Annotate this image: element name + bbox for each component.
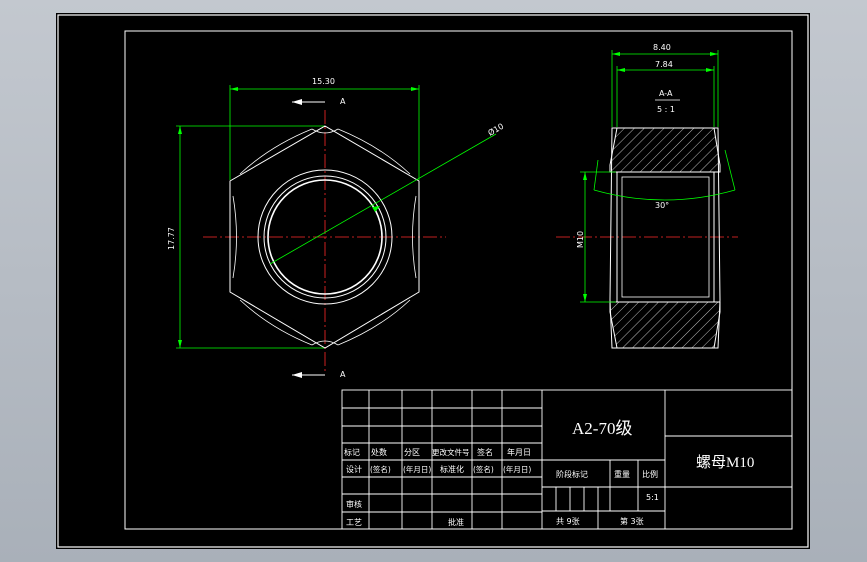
inner-arrow-left [617,68,625,72]
section-arrow-bottom-head [292,372,302,378]
header-count: 处数 [371,447,387,457]
material-text: A2-70级 [572,419,632,438]
chamfer-arc-br [337,299,411,346]
overall-dim-text: 8.40 [653,43,671,52]
chamfer-arc-bl [239,299,313,346]
angle-ext-right [724,149,736,191]
height-arrow-bottom [178,340,182,348]
chamfer-arc-tr [337,128,411,175]
row-design-sign: (签名) [370,464,391,474]
weight-label: 重量 [614,469,630,479]
thread-arrow-bottom [583,294,587,302]
hatch-bottom [609,301,721,349]
scale-label: 比例 [642,469,658,479]
row-design: 设计 [346,464,362,474]
section-scale: 5 : 1 [657,105,675,114]
drawing-svg: 15.30 17.77 Ø10 A A 30° 8.40 7.84 A-A 5 … [57,14,809,548]
sheet-number: 第 3张 [620,516,644,526]
overall-arrow-right [710,52,718,56]
row-std-sign: (签名) [473,464,494,474]
hatch-top [609,127,721,173]
row-std-date: (年月日) [503,464,531,474]
inner-dim-text: 7.84 [655,60,673,69]
diameter-text: Ø10 [486,121,505,138]
header-sign: 签名 [477,447,493,457]
stage-mark-label: 阶段标记 [556,469,588,479]
row-review: 审核 [346,499,362,509]
header-mark: 标记 [344,447,360,457]
diameter-leader [269,133,497,265]
section-mark-top: A [340,97,346,106]
section-mark-bottom: A [340,370,346,379]
cad-viewport: 15.30 17.77 Ø10 A A 30° 8.40 7.84 A-A 5 … [0,0,867,562]
overall-arrow-left [612,52,620,56]
drawing-canvas[interactable]: 15.30 17.77 Ø10 A A 30° 8.40 7.84 A-A 5 … [56,13,810,549]
row-design-date: (年月日) [403,464,431,474]
top-view: 15.30 17.77 Ø10 A A [167,77,505,379]
total-sheets: 共 9张 [556,517,580,526]
width-arrow-left [230,87,238,91]
row-standardize: 标准化 [440,464,464,474]
section-label: A-A [659,89,673,98]
scale-value: 5:1 [646,493,659,502]
header-change-doc: 更改文件号 [432,447,470,457]
header-date: 年月日 [507,447,531,457]
header-zone: 分区 [404,448,420,457]
section-arrow-top-head [292,99,302,105]
chamfer-arc-tl [239,128,313,175]
inner-arrow-right [706,68,714,72]
thread-arrow-top [583,172,587,180]
width-dim-text: 15.30 [312,77,335,86]
height-arrow-top [178,126,182,134]
row-approve: 批准 [448,517,464,527]
side-view: 30° 8.40 7.84 A-A 5 : 1 M10 [556,43,738,349]
angle-ext-left [593,159,599,191]
row-process: 工艺 [346,518,362,527]
thread-dim-text: M10 [576,231,585,248]
width-arrow-right [411,87,419,91]
height-dim-text: 17.77 [167,227,176,250]
part-name-text: 螺母M10 [696,454,754,471]
angle-text: 30° [655,201,669,210]
